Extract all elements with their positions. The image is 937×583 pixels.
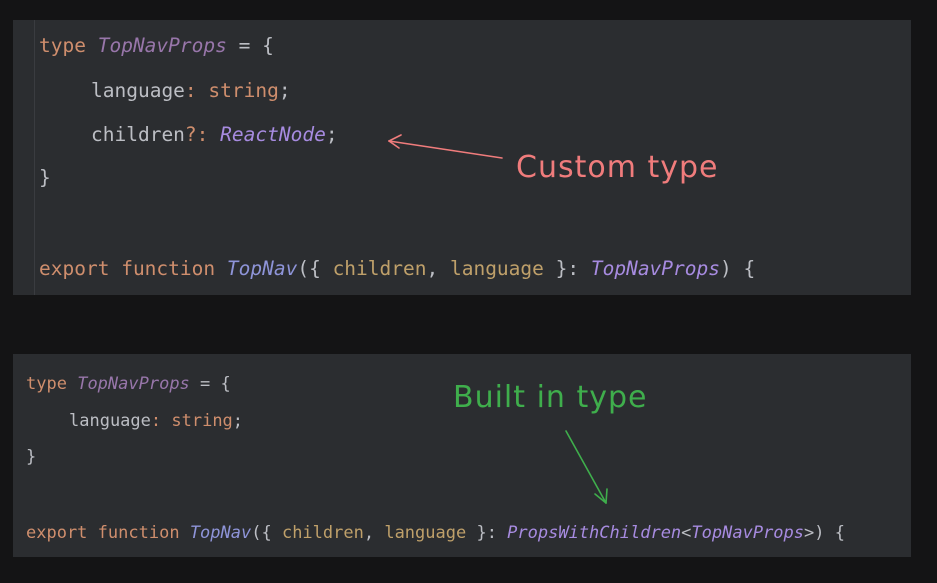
annotation-arrows bbox=[388, 134, 608, 504]
custom-type-arrow-icon bbox=[388, 134, 503, 159]
builtin-type-arrow-icon bbox=[565, 430, 608, 504]
